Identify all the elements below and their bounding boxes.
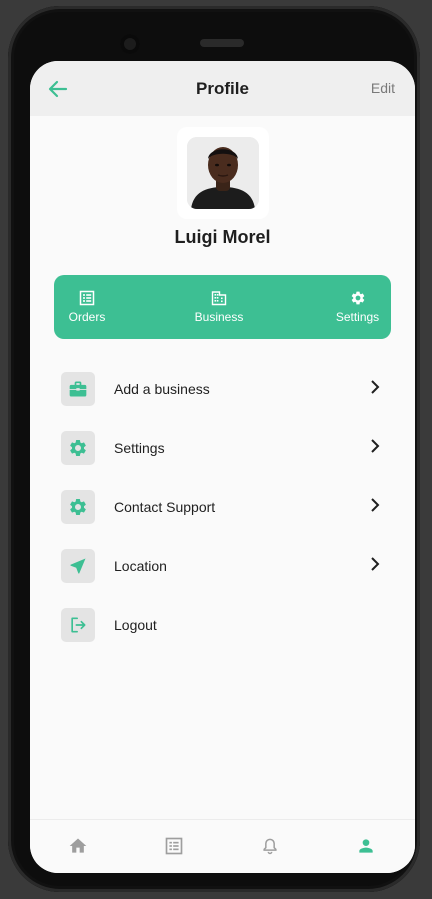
briefcase-icon (69, 381, 87, 397)
quick-action-settings[interactable]: Settings (324, 275, 391, 339)
navigation-arrow-icon (70, 558, 86, 574)
chevron-right-icon (371, 498, 380, 512)
quick-action-business[interactable]: Business (184, 275, 254, 339)
avatar-photo (187, 137, 259, 209)
menu-icon-box (61, 608, 95, 642)
page-title: Profile (196, 79, 249, 98)
gear-icon (70, 498, 86, 515)
front-camera (120, 34, 140, 54)
menu-item-settings[interactable]: Settings (30, 425, 415, 484)
list-icon (79, 290, 95, 306)
building-icon (211, 291, 227, 306)
menu-item-label: Contact Support (114, 499, 216, 515)
arrow-left-icon[interactable] (46, 77, 70, 101)
phone-frame: Profile Edit Luigi Morel Orders Business… (8, 6, 420, 892)
menu-item-contact-support[interactable]: Contact Support (30, 484, 415, 543)
menu-icon-box (61, 549, 95, 583)
gear-icon (351, 291, 364, 305)
chevron-right-icon (371, 380, 380, 394)
menu-item-add-business[interactable]: Add a business (30, 366, 415, 425)
profile-menu: Add a business Settings Contact Support … (30, 366, 415, 661)
menu-item-label: Settings (114, 440, 165, 456)
profile-name: Luigi Morel (174, 227, 271, 247)
quick-action-label: Business (194, 310, 244, 324)
menu-icon-box (61, 372, 95, 406)
menu-item-logout[interactable]: Logout (30, 602, 415, 661)
menu-icon-box (61, 431, 95, 465)
list-icon[interactable] (164, 836, 184, 856)
home-icon[interactable] (68, 836, 88, 856)
edit-button[interactable]: Edit (371, 61, 395, 116)
quick-action-orders[interactable]: Orders (54, 275, 120, 339)
app-bar: Profile Edit (30, 61, 415, 116)
bell-icon[interactable] (260, 836, 280, 856)
menu-item-location[interactable]: Location (30, 543, 415, 602)
person-icon[interactable] (356, 836, 376, 856)
menu-item-label: Logout (114, 617, 157, 633)
logout-icon (71, 617, 86, 633)
app-screen: Profile Edit Luigi Morel Orders Business… (30, 61, 415, 873)
menu-icon-box (61, 490, 95, 524)
menu-item-label: Add a business (114, 381, 210, 397)
bottom-navigation (30, 819, 415, 873)
quick-action-label: Settings (335, 310, 380, 324)
chevron-right-icon (371, 439, 380, 453)
quick-action-label: Orders (68, 310, 106, 324)
gear-icon (70, 439, 86, 456)
quick-actions-bar: Orders Business Settings (54, 275, 391, 339)
earpiece-speaker (200, 39, 244, 47)
avatar[interactable] (187, 137, 259, 209)
menu-item-label: Location (114, 558, 167, 574)
chevron-right-icon (371, 557, 380, 571)
